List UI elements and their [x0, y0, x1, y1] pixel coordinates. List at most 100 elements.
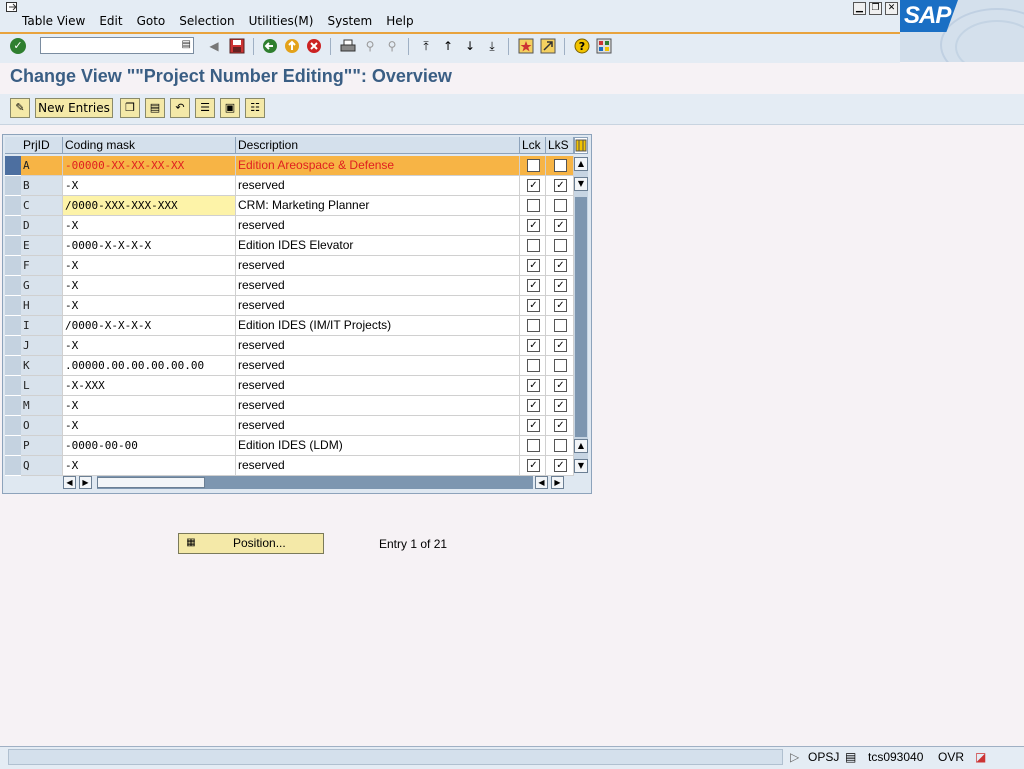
cell-coding-mask[interactable]: -0000-00-00 [63, 436, 236, 456]
next-page-icon[interactable]: ↓ [462, 38, 478, 54]
customize-layout-icon[interactable] [596, 38, 612, 54]
menu-edit[interactable]: Edit [99, 14, 122, 28]
lck-checkbox[interactable]: ✓ [527, 219, 540, 232]
last-page-icon[interactable]: ⤓ [484, 38, 500, 54]
lks-checkbox[interactable]: ✓ [554, 179, 567, 192]
delete-icon[interactable]: ▤ [145, 98, 165, 118]
page-down-icon[interactable]: ▼ [574, 177, 588, 191]
lks-checkbox[interactable]: ✓ [554, 459, 567, 472]
row-selector[interactable] [5, 456, 21, 476]
cell-coding-mask[interactable]: -X [63, 296, 236, 316]
column-header-prjid[interactable]: PrjID [21, 137, 63, 154]
cell-description[interactable]: reserved [236, 216, 520, 236]
cell-coding-mask[interactable]: -X [63, 416, 236, 436]
lck-checkbox[interactable] [527, 439, 540, 452]
cancel-icon[interactable] [306, 38, 322, 54]
cell-coding-mask[interactable]: -X [63, 396, 236, 416]
vertical-scrollbar[interactable]: ▲ ▼ ▲ ▼ [574, 157, 588, 473]
scroll-left-icon[interactable]: ◀ [63, 476, 76, 489]
cell-coding-mask[interactable]: .00000.00.00.00.00.00 [63, 356, 236, 376]
row-selector[interactable] [5, 216, 21, 236]
select-block-icon[interactable]: ▣ [220, 98, 240, 118]
lks-checkbox[interactable]: ✓ [554, 299, 567, 312]
cell-description[interactable]: reserved [236, 336, 520, 356]
row-selector[interactable] [5, 256, 21, 276]
new-entries-button[interactable]: New Entries [35, 98, 113, 118]
cell-description[interactable]: Edition IDES (LDM) [236, 436, 520, 456]
lks-checkbox[interactable]: ✓ [554, 279, 567, 292]
horizontal-scroll-thumb[interactable] [97, 477, 205, 488]
row-selector[interactable] [5, 156, 21, 176]
cell-description[interactable]: reserved [236, 416, 520, 436]
lck-checkbox[interactable] [527, 199, 540, 212]
lks-checkbox[interactable]: ✓ [554, 219, 567, 232]
lck-checkbox[interactable] [527, 239, 540, 252]
scroll-left-end-icon[interactable]: ◀ [535, 476, 548, 489]
lck-checkbox[interactable]: ✓ [527, 419, 540, 432]
menu-selection[interactable]: Selection [179, 14, 234, 28]
lks-checkbox[interactable] [554, 159, 567, 172]
system-menu-icon[interactable] [6, 2, 19, 13]
horizontal-scrollbar[interactable]: ◀ ▶ ◀ ▶ [61, 476, 571, 490]
column-header-coding-mask[interactable]: Coding mask [63, 137, 236, 154]
lks-checkbox[interactable]: ✓ [554, 399, 567, 412]
back-arrow-icon[interactable] [262, 38, 278, 54]
row-selector[interactable] [5, 336, 21, 356]
cell-description[interactable]: reserved [236, 176, 520, 196]
lks-checkbox[interactable]: ✓ [554, 339, 567, 352]
cell-coding-mask[interactable]: /0000-X-X-X-X [63, 316, 236, 336]
first-page-icon[interactable]: ⤒ [418, 38, 434, 54]
lck-checkbox[interactable] [527, 359, 540, 372]
undo-change-icon[interactable]: ↶ [170, 98, 190, 118]
cell-description[interactable]: reserved [236, 456, 520, 476]
close-icon[interactable]: ✕ [885, 2, 898, 15]
menu-help[interactable]: Help [386, 14, 413, 28]
position-button[interactable]: ▦ Position... [178, 533, 324, 554]
status-expand-icon[interactable]: ▷ [790, 749, 799, 765]
create-session-icon[interactable] [518, 38, 534, 54]
column-header-lck[interactable]: Lck [520, 137, 546, 154]
scroll-right-end-icon[interactable]: ▶ [551, 476, 564, 489]
display-change-icon[interactable]: ✎ [10, 98, 30, 118]
cell-coding-mask[interactable]: -X [63, 336, 236, 356]
lck-checkbox[interactable]: ✓ [527, 339, 540, 352]
help-icon[interactable]: ? [574, 38, 590, 54]
lks-checkbox[interactable]: ✓ [554, 419, 567, 432]
save-icon[interactable] [229, 38, 245, 54]
column-header-description[interactable]: Description [236, 137, 520, 154]
lck-checkbox[interactable]: ✓ [527, 299, 540, 312]
lks-checkbox[interactable]: ✓ [554, 259, 567, 272]
cell-description[interactable]: reserved [236, 256, 520, 276]
cell-description[interactable]: reserved [236, 396, 520, 416]
select-all-icon[interactable]: ☰ [195, 98, 215, 118]
menu-table-view[interactable]: Table View [22, 14, 85, 28]
cell-description[interactable]: reserved [236, 376, 520, 396]
cell-coding-mask[interactable]: -X [63, 216, 236, 236]
row-selector[interactable] [5, 416, 21, 436]
lks-checkbox[interactable] [554, 199, 567, 212]
cell-description[interactable]: Edition Areospace & Defense [236, 156, 520, 176]
cell-coding-mask[interactable]: -X-XXX [63, 376, 236, 396]
command-field[interactable]: ▤ [40, 37, 194, 54]
row-selector[interactable] [5, 176, 21, 196]
row-selector[interactable] [5, 396, 21, 416]
lck-checkbox[interactable]: ✓ [527, 459, 540, 472]
menu-utilities[interactable]: Utilities(M) [249, 14, 314, 28]
menu-goto[interactable]: Goto [137, 14, 166, 28]
row-selector[interactable] [5, 436, 21, 456]
cell-coding-mask[interactable]: -00000-XX-XX-XX-XX [63, 156, 236, 176]
cell-coding-mask[interactable]: /0000-XXX-XXX-XXX [63, 196, 236, 216]
lks-checkbox[interactable] [554, 319, 567, 332]
lck-checkbox[interactable]: ✓ [527, 259, 540, 272]
lks-checkbox[interactable] [554, 439, 567, 452]
scroll-up-icon[interactable]: ▲ [574, 157, 588, 171]
lks-checkbox[interactable] [554, 239, 567, 252]
lck-checkbox[interactable]: ✓ [527, 179, 540, 192]
cell-coding-mask[interactable]: -X [63, 276, 236, 296]
restore-icon[interactable]: ❐ [869, 2, 882, 15]
previous-page-icon[interactable]: ↑ [440, 38, 456, 54]
row-selector[interactable] [5, 276, 21, 296]
lck-checkbox[interactable] [527, 159, 540, 172]
deselect-all-icon[interactable]: ☷ [245, 98, 265, 118]
shortcut-icon[interactable] [540, 38, 556, 54]
